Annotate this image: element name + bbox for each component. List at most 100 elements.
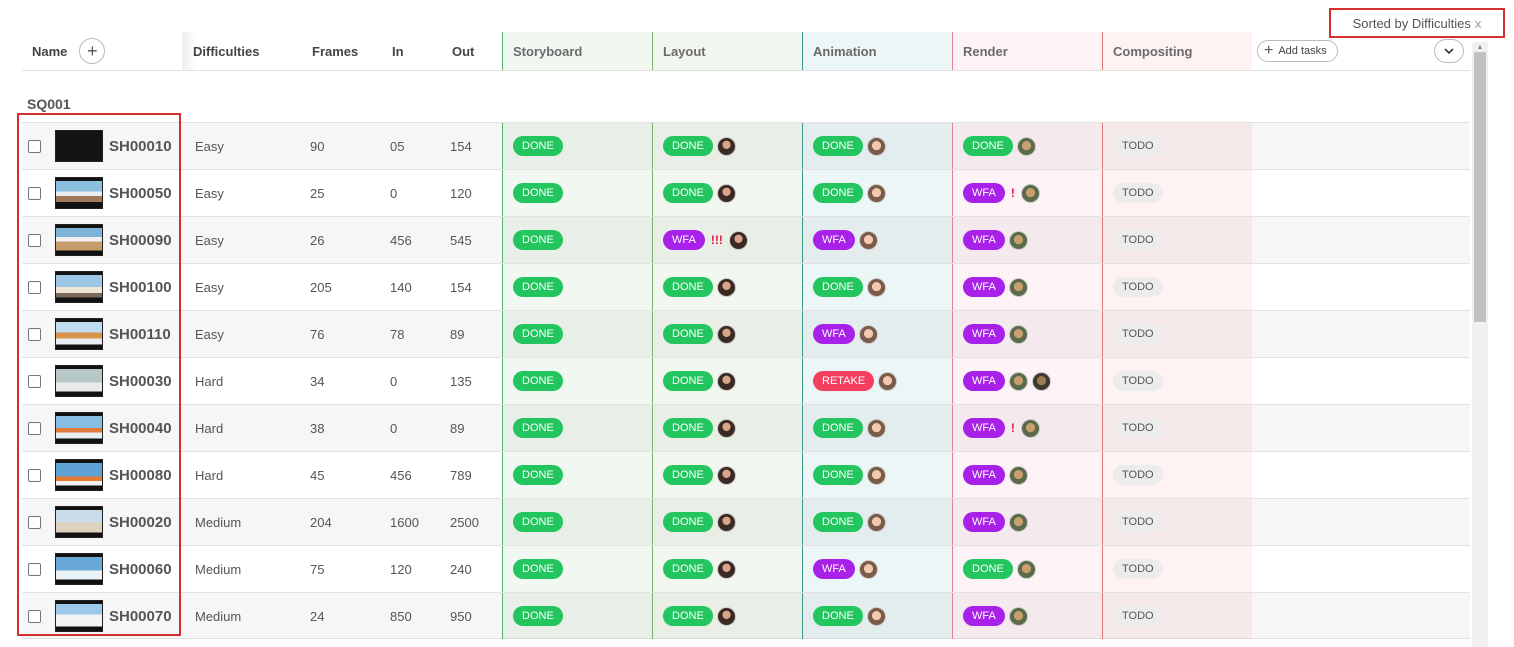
frames-cell[interactable]: 90 xyxy=(310,123,380,169)
column-header-in[interactable]: In xyxy=(392,32,442,70)
shot-name[interactable]: SH00050 xyxy=(109,185,172,202)
shot-thumbnail[interactable] xyxy=(55,600,103,632)
animation-cell[interactable]: WFA xyxy=(802,311,952,357)
storyboard-cell[interactable]: DONE xyxy=(502,499,652,545)
status-badge[interactable]: RETAKE xyxy=(813,371,875,391)
render-cell[interactable]: WFA xyxy=(952,311,1102,357)
column-header-name[interactable]: Name + xyxy=(32,32,182,70)
row-checkbox[interactable] xyxy=(28,515,41,529)
status-badge[interactable]: WFA xyxy=(813,230,855,250)
status-badge[interactable]: DONE xyxy=(513,465,563,485)
avatar[interactable] xyxy=(716,371,736,391)
frame-in-cell[interactable]: 0 xyxy=(390,170,450,216)
shot-name-cell[interactable]: SH00050 xyxy=(22,170,180,216)
frame-in-cell[interactable]: 0 xyxy=(390,405,450,451)
render-cell[interactable]: DONE xyxy=(952,123,1102,169)
table-row[interactable]: SH00010 Easy 90 05 154 DONE DONE DONE DO… xyxy=(22,122,1470,169)
status-badge[interactable]: TODO xyxy=(1113,183,1163,203)
layout-cell[interactable]: DONE xyxy=(652,593,802,639)
frame-in-cell[interactable]: 1600 xyxy=(390,499,450,545)
avatar[interactable] xyxy=(716,324,736,344)
render-cell[interactable]: WFA xyxy=(952,264,1102,310)
table-row[interactable]: SH00050 Easy 25 0 120 DONE DONE DONE WFA… xyxy=(22,169,1470,216)
status-badge[interactable]: DONE xyxy=(663,418,713,438)
avatar[interactable] xyxy=(716,183,736,203)
difficulty-cell[interactable]: Medium xyxy=(195,593,295,639)
scroll-up-arrow-icon[interactable]: ▲ xyxy=(1472,42,1488,52)
storyboard-cell[interactable]: DONE xyxy=(502,452,652,498)
status-badge[interactable]: DONE xyxy=(663,512,713,532)
avatar[interactable] xyxy=(716,606,736,626)
animation-cell[interactable]: WFA xyxy=(802,546,952,592)
render-cell[interactable]: WFA xyxy=(952,452,1102,498)
status-badge[interactable]: DONE xyxy=(813,136,863,156)
status-badge[interactable]: TODO xyxy=(1113,559,1163,579)
shot-name-cell[interactable]: SH00080 xyxy=(22,452,180,498)
avatar[interactable] xyxy=(1016,136,1036,156)
avatar[interactable] xyxy=(1008,606,1028,626)
avatar[interactable] xyxy=(866,512,886,532)
status-badge[interactable]: DONE xyxy=(663,136,713,156)
column-header-animation[interactable]: Animation xyxy=(802,32,952,70)
avatar[interactable] xyxy=(866,465,886,485)
animation-cell[interactable]: RETAKE xyxy=(802,358,952,404)
render-cell[interactable]: WFA xyxy=(952,358,1102,404)
column-header-difficulties[interactable]: Difficulties xyxy=(182,32,292,70)
shot-name-cell[interactable]: SH00070 xyxy=(22,593,180,639)
avatar[interactable] xyxy=(866,136,886,156)
compositing-cell[interactable]: TODO xyxy=(1102,405,1252,451)
status-badge[interactable]: TODO xyxy=(1113,324,1163,344)
shot-name-cell[interactable]: SH00090 xyxy=(22,217,180,263)
shot-thumbnail[interactable] xyxy=(55,506,103,538)
shot-thumbnail[interactable] xyxy=(55,224,103,256)
layout-cell[interactable]: DONE xyxy=(652,405,802,451)
shot-name[interactable]: SH00110 xyxy=(109,326,171,343)
column-header-render[interactable]: Render xyxy=(952,32,1102,70)
avatar[interactable] xyxy=(1016,559,1036,579)
frame-out-cell[interactable]: 89 xyxy=(450,311,502,357)
storyboard-cell[interactable]: DONE xyxy=(502,123,652,169)
shot-thumbnail[interactable] xyxy=(55,459,103,491)
status-badge[interactable]: DONE xyxy=(963,559,1013,579)
avatar[interactable] xyxy=(716,136,736,156)
frame-out-cell[interactable]: 950 xyxy=(450,593,502,639)
status-badge[interactable]: DONE xyxy=(513,418,563,438)
row-checkbox[interactable] xyxy=(28,139,41,153)
status-badge[interactable]: TODO xyxy=(1113,371,1163,391)
avatar[interactable] xyxy=(716,559,736,579)
storyboard-cell[interactable]: DONE xyxy=(502,170,652,216)
shot-thumbnail[interactable] xyxy=(55,553,103,585)
status-badge[interactable]: DONE xyxy=(513,512,563,532)
frame-in-cell[interactable]: 05 xyxy=(390,123,450,169)
status-badge[interactable]: DONE xyxy=(813,183,863,203)
render-cell[interactable]: DONE xyxy=(952,546,1102,592)
difficulty-cell[interactable]: Medium xyxy=(195,546,295,592)
status-badge[interactable]: DONE xyxy=(663,559,713,579)
avatar[interactable] xyxy=(1008,512,1028,532)
status-badge[interactable]: DONE xyxy=(513,324,563,344)
storyboard-cell[interactable]: DONE xyxy=(502,593,652,639)
shot-name-cell[interactable]: SH00040 xyxy=(22,405,180,451)
avatar[interactable] xyxy=(1008,277,1028,297)
compositing-cell[interactable]: TODO xyxy=(1102,593,1252,639)
storyboard-cell[interactable]: DONE xyxy=(502,546,652,592)
status-badge[interactable]: DONE xyxy=(813,418,863,438)
status-badge[interactable]: WFA xyxy=(663,230,705,250)
difficulty-cell[interactable]: Easy xyxy=(195,217,295,263)
shot-name-cell[interactable]: SH00010 xyxy=(22,123,180,169)
status-badge[interactable]: DONE xyxy=(663,324,713,344)
animation-cell[interactable]: DONE xyxy=(802,264,952,310)
render-cell[interactable]: WFA! xyxy=(952,170,1102,216)
clear-sort-button[interactable]: x xyxy=(1475,16,1482,31)
frames-cell[interactable]: 25 xyxy=(310,170,380,216)
shot-name-cell[interactable]: SH00020 xyxy=(22,499,180,545)
animation-cell[interactable]: WFA xyxy=(802,217,952,263)
shot-thumbnail[interactable] xyxy=(55,365,103,397)
status-badge[interactable]: TODO xyxy=(1113,418,1163,438)
status-badge[interactable]: TODO xyxy=(1113,277,1163,297)
status-badge[interactable]: DONE xyxy=(663,606,713,626)
status-badge[interactable]: DONE xyxy=(513,230,563,250)
status-badge[interactable]: DONE xyxy=(513,559,563,579)
frame-out-cell[interactable]: 135 xyxy=(450,358,502,404)
status-badge[interactable]: DONE xyxy=(513,183,563,203)
